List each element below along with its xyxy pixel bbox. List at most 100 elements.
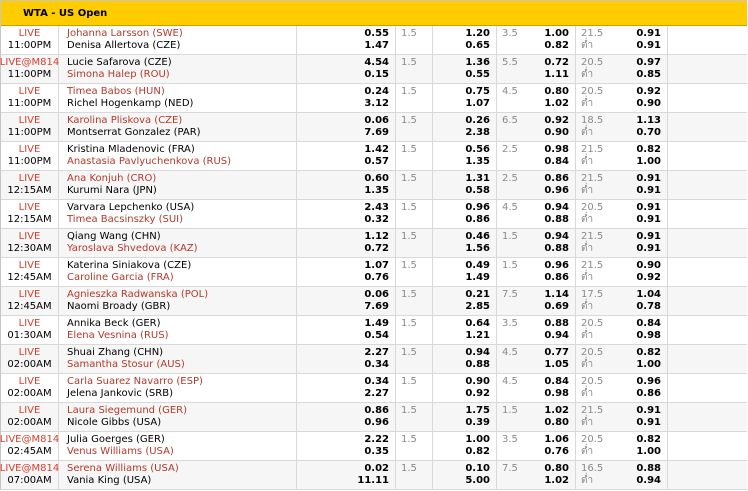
moneyline-odds-two[interactable]: 0.72 [297, 243, 389, 255]
over-odds[interactable]: 0.82 [623, 347, 661, 359]
over-odds[interactable]: 0.84 [623, 318, 661, 330]
games-odds-two[interactable]: 0.94 [540, 330, 569, 342]
moneyline-odds-one[interactable]: 1.49 [297, 318, 389, 330]
moneyline-odds-two[interactable]: 0.15 [297, 69, 389, 81]
games-odds-one[interactable]: 0.92 [540, 115, 569, 127]
moneyline-odds-two[interactable]: 0.76 [297, 272, 389, 284]
handicap-odds-one[interactable]: 0.94 [433, 347, 490, 359]
over-odds[interactable]: 0.88 [623, 463, 661, 475]
handicap-odds-two[interactable]: 2.85 [433, 301, 490, 313]
under-odds[interactable]: 0.92 [623, 272, 661, 284]
games-odds-two[interactable]: 0.84 [540, 156, 569, 168]
over-odds[interactable]: 0.91 [623, 231, 661, 243]
moneyline-odds-one[interactable]: 2.27 [297, 347, 389, 359]
live-label[interactable]: LIVE [19, 289, 41, 301]
under-odds[interactable]: 0.91 [623, 185, 661, 197]
games-odds-two[interactable]: 1.11 [540, 69, 569, 81]
handicap-odds-one[interactable]: 0.46 [433, 231, 490, 243]
over-odds[interactable]: 0.92 [623, 86, 661, 98]
under-odds[interactable]: 0.86 [623, 388, 661, 400]
over-odds[interactable]: 0.91 [623, 405, 661, 417]
under-odds[interactable]: 0.70 [623, 127, 661, 139]
games-odds-two[interactable]: 0.86 [540, 272, 569, 284]
live-label[interactable]: LIVE [19, 260, 41, 272]
moneyline-odds-two[interactable]: 1.47 [297, 40, 389, 52]
moneyline-odds-one[interactable]: 0.02 [297, 463, 389, 475]
under-odds[interactable]: 1.00 [623, 156, 661, 168]
under-odds[interactable]: 0.91 [623, 417, 661, 429]
over-odds[interactable]: 0.91 [623, 173, 661, 185]
moneyline-odds-one[interactable]: 2.43 [297, 202, 389, 214]
moneyline-odds-two[interactable]: 2.27 [297, 388, 389, 400]
games-odds-two[interactable]: 1.02 [540, 475, 569, 487]
under-odds[interactable]: 0.91 [623, 243, 661, 255]
moneyline-odds-two[interactable]: 1.35 [297, 185, 389, 197]
under-odds[interactable]: 0.78 [623, 301, 661, 313]
moneyline-odds-two[interactable]: 3.12 [297, 98, 389, 110]
games-odds-one[interactable]: 0.80 [540, 86, 569, 98]
moneyline-odds-two[interactable]: 0.54 [297, 330, 389, 342]
over-odds[interactable]: 1.04 [623, 289, 661, 301]
moneyline-odds-one[interactable]: 0.34 [297, 376, 389, 388]
live-label[interactable]: LIVE [19, 376, 41, 388]
under-odds[interactable]: 0.85 [623, 69, 661, 81]
games-odds-one[interactable]: 1.00 [540, 28, 569, 40]
games-odds-two[interactable]: 0.76 [540, 446, 569, 458]
games-odds-two[interactable]: 0.88 [540, 214, 569, 226]
games-odds-one[interactable]: 0.77 [540, 347, 569, 359]
handicap-odds-two[interactable]: 0.39 [433, 417, 490, 429]
handicap-odds-one[interactable]: 1.75 [433, 405, 490, 417]
under-odds[interactable]: 0.94 [623, 475, 661, 487]
games-odds-one[interactable]: 1.14 [540, 289, 569, 301]
handicap-odds-one[interactable]: 1.31 [433, 173, 490, 185]
moneyline-odds-two[interactable]: 7.69 [297, 301, 389, 313]
handicap-odds-one[interactable]: 0.96 [433, 202, 490, 214]
moneyline-odds-one[interactable]: 0.55 [297, 28, 389, 40]
moneyline-odds-one[interactable]: 0.60 [297, 173, 389, 185]
moneyline-odds-one[interactable]: 1.42 [297, 144, 389, 156]
live-label[interactable]: LIVE [19, 173, 41, 185]
handicap-odds-one[interactable]: 0.56 [433, 144, 490, 156]
handicap-odds-two[interactable]: 0.82 [433, 446, 490, 458]
handicap-odds-two[interactable]: 0.58 [433, 185, 490, 197]
handicap-odds-one[interactable]: 0.64 [433, 318, 490, 330]
over-odds[interactable]: 0.90 [623, 260, 661, 272]
under-odds[interactable]: 0.91 [623, 40, 661, 52]
live-label[interactable]: LIVE [19, 347, 41, 359]
moneyline-odds-one[interactable]: 0.06 [297, 115, 389, 127]
games-odds-one[interactable]: 0.72 [540, 57, 569, 69]
over-odds[interactable]: 0.82 [623, 144, 661, 156]
games-odds-one[interactable]: 0.94 [540, 202, 569, 214]
games-odds-one[interactable]: 0.98 [540, 144, 569, 156]
handicap-odds-two[interactable]: 5.00 [433, 475, 490, 487]
handicap-odds-one[interactable]: 0.90 [433, 376, 490, 388]
handicap-odds-two[interactable]: 2.38 [433, 127, 490, 139]
games-odds-two[interactable]: 0.69 [540, 301, 569, 313]
under-odds[interactable]: 0.91 [623, 214, 661, 226]
moneyline-odds-one[interactable]: 1.07 [297, 260, 389, 272]
handicap-odds-two[interactable]: 1.49 [433, 272, 490, 284]
handicap-odds-one[interactable]: 0.10 [433, 463, 490, 475]
live-label[interactable]: LIVE [19, 28, 41, 40]
handicap-odds-one[interactable]: 1.00 [433, 434, 490, 446]
over-odds[interactable]: 1.13 [623, 115, 661, 127]
handicap-odds-two[interactable]: 0.86 [433, 214, 490, 226]
games-odds-two[interactable]: 0.88 [540, 243, 569, 255]
live-label[interactable]: LIVE [19, 115, 41, 127]
handicap-odds-two[interactable]: 1.56 [433, 243, 490, 255]
games-odds-one[interactable]: 0.80 [540, 463, 569, 475]
live-label[interactable]: LIVE@M814 [0, 463, 59, 475]
games-odds-two[interactable]: 1.05 [540, 359, 569, 371]
handicap-odds-one[interactable]: 0.75 [433, 86, 490, 98]
moneyline-odds-two[interactable]: 7.69 [297, 127, 389, 139]
under-odds[interactable]: 1.00 [623, 359, 661, 371]
under-odds[interactable]: 0.90 [623, 98, 661, 110]
over-odds[interactable]: 0.96 [623, 376, 661, 388]
under-odds[interactable]: 0.98 [623, 330, 661, 342]
moneyline-odds-two[interactable]: 0.34 [297, 359, 389, 371]
moneyline-odds-two[interactable]: 0.32 [297, 214, 389, 226]
games-odds-one[interactable]: 1.02 [540, 405, 569, 417]
handicap-odds-two[interactable]: 1.07 [433, 98, 490, 110]
games-odds-two[interactable]: 0.82 [540, 40, 569, 52]
over-odds[interactable]: 0.91 [623, 28, 661, 40]
